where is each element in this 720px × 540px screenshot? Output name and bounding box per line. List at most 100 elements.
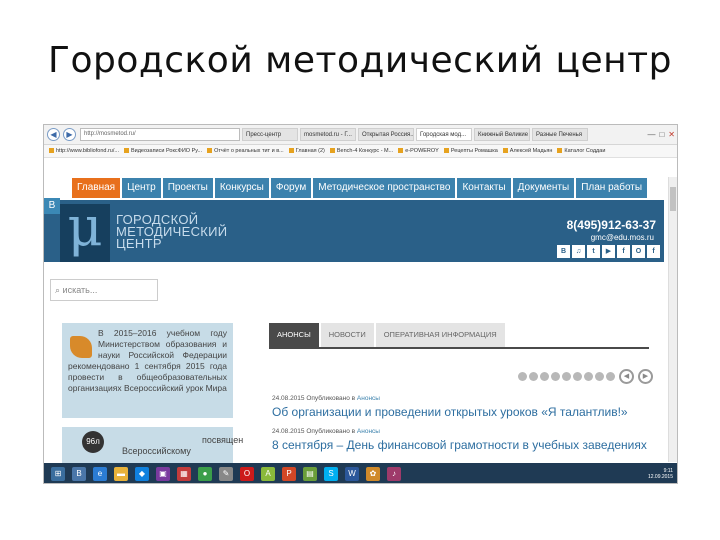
browser-tab-active[interactable]: Городская мод...	[416, 128, 472, 141]
menu-item-forum[interactable]: Форум	[270, 178, 312, 198]
favorite-link[interactable]: Видеозаписи РоксФИО Ру...	[124, 148, 202, 154]
url-field[interactable]: http://mosmetod.ru/	[80, 128, 240, 141]
news-section-link[interactable]: Анонсы	[357, 395, 380, 402]
clock-date: 12.09.2015	[647, 474, 673, 480]
announcement-text: посвящен	[202, 435, 244, 445]
tabs-underline	[269, 347, 649, 349]
address-bar: ◀ ▶ http://mosmetod.ru/ Пресс-центр mosm…	[44, 125, 677, 145]
dropbox-icon[interactable]: ◆	[135, 467, 149, 481]
content-tabs: АНОНСЫ НОВОСТИ ОПЕРАТИВНАЯ ИНФОРМАЦИЯ	[269, 323, 505, 347]
favorite-link[interactable]: e-POWEROY	[398, 148, 439, 154]
carousel-dot[interactable]	[540, 372, 549, 381]
scrollbar[interactable]	[668, 177, 677, 462]
window-controls: — □ ✕	[647, 130, 677, 139]
published-label: Опубликовано в	[306, 428, 356, 435]
logo-text[interactable]: городской методический центр	[116, 213, 227, 251]
carousel-dot[interactable]	[551, 372, 560, 381]
news-section-link[interactable]: Анонсы	[357, 428, 380, 435]
tab-operative-info[interactable]: ОПЕРАТИВНАЯ ИНФОРМАЦИЯ	[375, 323, 505, 347]
favorite-link[interactable]: Главная (2)	[289, 148, 325, 154]
back-icon[interactable]: ◀	[47, 128, 60, 141]
favorite-link[interactable]: Рецепты Ромашка	[444, 148, 498, 154]
logo-mark[interactable]: μ	[60, 200, 110, 262]
browser-tab[interactable]: Открытая Россия...	[358, 128, 414, 141]
start-icon[interactable]: ⊞	[51, 467, 65, 481]
tab-news[interactable]: НОВОСТИ	[320, 323, 374, 347]
word-icon[interactable]: W	[345, 467, 359, 481]
opera-icon[interactable]: O	[240, 467, 254, 481]
paint-icon[interactable]: ✿	[366, 467, 380, 481]
browser-tab[interactable]: mosmetod.ru - Г...	[300, 128, 356, 141]
facebook-icon[interactable]: f	[647, 245, 660, 258]
news-item-meta: 24.08.2015 Опубликовано в Анонсы	[272, 395, 380, 402]
menu-item-center[interactable]: Центр	[122, 178, 161, 198]
main-menu: Главная Центр Проекты Конкурсы Форум Мет…	[72, 178, 648, 198]
taskbar-clock[interactable]: 9:11 12.09.2015	[647, 468, 677, 480]
chart-icon[interactable]: ▤	[303, 467, 317, 481]
browser-tab[interactable]: Разные Печенья	[532, 128, 588, 141]
side-tab-vk[interactable]: В	[44, 198, 60, 214]
powerpoint-icon[interactable]: P	[282, 467, 296, 481]
favorite-link[interactable]: Каталог Соддаи	[557, 148, 605, 154]
next-arrow-icon[interactable]: ▶	[638, 369, 653, 384]
taskbar: ⊞ Вe ▬ ◆ ▣ ▦ ● ✎ O A P ▤ S W ✿ ♪ 9:11 12.09.2015	[44, 463, 677, 483]
social-links: В ♫ t ▶ f О f	[557, 245, 660, 258]
ie-icon[interactable]: e	[93, 467, 107, 481]
forward-icon[interactable]: ▶	[63, 128, 76, 141]
skype-icon[interactable]: S	[324, 467, 338, 481]
tool-icon[interactable]: ✎	[219, 467, 233, 481]
browser-screenshot: ◀ ▶ http://mosmetod.ru/ Пресс-центр mosm…	[43, 124, 678, 484]
announcement-text: Всероссийскому	[122, 446, 191, 456]
slide-title: Городской методический центр	[48, 40, 672, 81]
android-icon[interactable]: A	[261, 467, 275, 481]
email-link[interactable]: gmc@edu.mos.ru	[591, 233, 654, 242]
menu-item-contests[interactable]: Конкурсы	[214, 178, 269, 198]
music-icon[interactable]: ♫	[572, 245, 585, 258]
carousel-dot[interactable]	[529, 372, 538, 381]
menu-item-projects[interactable]: Проекты	[162, 178, 213, 198]
tab-announcements[interactable]: АНОНСЫ	[269, 323, 319, 347]
carousel-dot[interactable]	[573, 372, 582, 381]
vk-icon[interactable]: В	[557, 245, 570, 258]
news-title-link[interactable]: Об организации и проведении открытых уро…	[272, 405, 628, 419]
prev-arrow-icon[interactable]: ◀	[619, 369, 634, 384]
carousel-dot[interactable]	[518, 372, 527, 381]
site-banner: В μ городской методический центр 8(495)9…	[44, 198, 664, 262]
favorite-link[interactable]: Алексей Мадьян	[503, 148, 553, 154]
menu-item-work-plan[interactable]: План работы	[576, 178, 648, 198]
logo-line: центр	[116, 236, 162, 251]
announcement-box[interactable]: В 2015–2016 учебном году Министерством о…	[62, 323, 233, 418]
carousel-dot[interactable]	[595, 372, 604, 381]
scrollbar-thumb[interactable]	[670, 187, 676, 211]
carousel-dot[interactable]	[606, 372, 615, 381]
twitter-icon[interactable]: t	[587, 245, 600, 258]
published-label: Опубликовано в	[306, 395, 356, 402]
carousel-dot[interactable]	[584, 372, 593, 381]
menu-item-contacts[interactable]: Контакты	[457, 178, 511, 198]
odnoklassniki-icon[interactable]: О	[632, 245, 645, 258]
close-icon[interactable]: ✕	[668, 130, 675, 139]
menu-item-methodical-space[interactable]: Методическое пространство	[313, 178, 456, 198]
news-title-link[interactable]: 8 сентября – День финансовой грамотности…	[272, 438, 647, 452]
youtube-icon[interactable]: ▶	[602, 245, 615, 258]
gallery-icon[interactable]: ▦	[177, 467, 191, 481]
folder-icon[interactable]: ▬	[114, 467, 128, 481]
favorite-link[interactable]: Bench-4 Конкурс - М...	[330, 148, 393, 154]
news-item-meta: 24.08.2015 Опубликовано в Анонсы	[272, 428, 380, 435]
vk-icon[interactable]: В	[72, 467, 86, 481]
carousel-pager: ◀ ▶	[518, 369, 653, 384]
carousel-dot[interactable]	[562, 372, 571, 381]
menu-item-documents[interactable]: Документы	[512, 178, 575, 198]
browser-tab[interactable]: Пресс-центр	[242, 128, 298, 141]
favorite-link[interactable]: http://www.bibliofond.ru/...	[49, 148, 119, 154]
favorite-link[interactable]: Отчёт о реальных тит и в...	[207, 148, 284, 154]
browser-tab[interactable]: Книжный Великие ...	[474, 128, 530, 141]
maximize-icon[interactable]: □	[659, 130, 664, 139]
search-input[interactable]: ⌕ искать...	[50, 279, 158, 301]
chrome-icon[interactable]: ●	[198, 467, 212, 481]
announcement-box[interactable]: 96л посвящен Всероссийскому	[62, 427, 243, 467]
minimize-icon[interactable]: —	[647, 130, 655, 139]
facebook-icon[interactable]: f	[617, 245, 630, 258]
music-icon[interactable]: ♪	[387, 467, 401, 481]
media-icon[interactable]: ▣	[156, 467, 170, 481]
